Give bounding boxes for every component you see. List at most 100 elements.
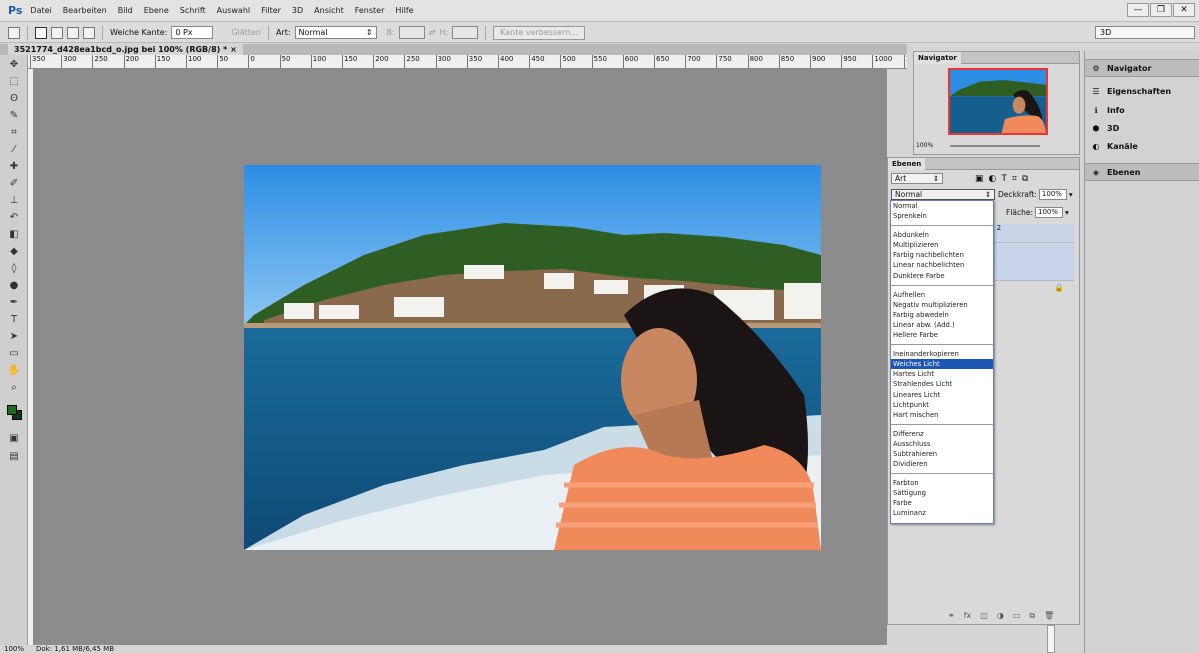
blend-mode-option[interactable]: Farbton (891, 478, 993, 488)
dock-item-navigator[interactable]: ⚙ Navigator (1085, 59, 1199, 77)
close-icon[interactable]: × (230, 45, 237, 54)
mask-icon[interactable]: ◫ (980, 611, 988, 621)
blend-mode-option[interactable]: Normal (891, 201, 993, 211)
blend-mode-option[interactable]: Farbig abwedeln (891, 310, 993, 320)
blend-mode-option[interactable]: Strahlendes Licht (891, 379, 993, 389)
menu-ansicht[interactable]: Ansicht (314, 6, 344, 15)
blend-mode-option[interactable]: Dunklere Farbe (891, 271, 993, 281)
move-tool-icon[interactable]: ✥ (7, 58, 21, 72)
layer-row[interactable]: n 2 (988, 224, 1074, 243)
blend-mode-option[interactable]: Differenz (891, 429, 993, 439)
blend-mode-option[interactable]: Lichtpunkt (891, 400, 993, 410)
blend-mode-option[interactable]: Linear nachbelichten (891, 260, 993, 270)
blend-mode-option[interactable]: Luminanz (891, 508, 993, 518)
feather-input[interactable]: 0 Px (171, 26, 214, 39)
add-selection-icon[interactable] (51, 26, 63, 39)
navigator-zoom[interactable]: 100% (916, 142, 933, 149)
layer-row[interactable] (988, 244, 1074, 263)
opacity-input[interactable]: 100% (1038, 189, 1067, 200)
menu-filter[interactable]: Filter (261, 6, 281, 15)
blend-mode-option[interactable]: Dividieren (891, 459, 993, 469)
dodge-tool-icon[interactable]: ● (7, 279, 21, 293)
blend-mode-option[interactable]: Hellere Farbe (891, 330, 993, 340)
layers-tab[interactable]: Ebenen (888, 157, 926, 170)
trash-icon[interactable]: 🗑 (1044, 611, 1054, 621)
blend-mode-option[interactable]: Multiplizieren (891, 240, 993, 250)
dock-item-eigenschaften[interactable]: ☰ Eigenschaften (1085, 82, 1199, 100)
blend-mode-option[interactable]: Weiches Licht (891, 359, 993, 370)
pen-tool-icon[interactable]: ✒ (7, 296, 21, 310)
fx-icon[interactable]: fx (964, 611, 972, 621)
foreground-color-swatch[interactable] (7, 405, 17, 415)
close-button[interactable]: ✕ (1173, 3, 1195, 17)
new-layer-icon[interactable]: ⧉ (1029, 611, 1035, 621)
eyedropper-icon[interactable]: ⁄ (7, 143, 21, 157)
blend-mode-option[interactable]: Subtrahieren (891, 449, 993, 459)
blend-mode-option[interactable]: Ausschluss (891, 439, 993, 449)
restore-button[interactable]: ❐ (1150, 3, 1172, 17)
blend-mode-option[interactable]: Lineares Licht (891, 390, 993, 400)
blend-mode-option[interactable]: Abdunkeln (891, 230, 993, 240)
blend-mode-option[interactable]: Hart mischen (891, 410, 993, 420)
history-brush-icon[interactable]: ↶ (7, 211, 21, 225)
navigator-thumbnail[interactable] (948, 68, 1048, 135)
adjustment-icon[interactable]: ◑ (997, 611, 1004, 621)
marquee-tool-icon[interactable]: ⬚ (7, 75, 21, 89)
fill-input[interactable]: 100% (1035, 207, 1064, 218)
menu-hilfe[interactable]: Hilfe (395, 6, 413, 15)
screen-mode-icon[interactable]: ▤ (7, 450, 21, 464)
blend-mode-option[interactable]: Farbig nachbelichten (891, 250, 993, 260)
menu-bild[interactable]: Bild (118, 6, 133, 15)
menu-3d[interactable]: 3D (292, 6, 303, 15)
healing-brush-icon[interactable]: ✚ (7, 160, 21, 174)
blend-mode-select[interactable]: Normal ⇕ (891, 189, 995, 200)
navigator-tab[interactable]: Navigator (914, 51, 961, 64)
dock-item-info[interactable]: ℹ Info (1085, 101, 1199, 119)
paint-bucket-icon[interactable]: ◆ (7, 245, 21, 259)
smooth-checkbox[interactable]: Glätten (231, 28, 261, 37)
minimize-button[interactable]: — (1127, 3, 1149, 17)
canvas-area[interactable] (34, 69, 887, 645)
link-icon[interactable]: ⚭ (948, 611, 955, 621)
layer-filter-select[interactable]: Art ⇕ (891, 173, 943, 184)
width-input[interactable] (398, 26, 425, 39)
dock-item-ebenen[interactable]: ◈ Ebenen (1085, 163, 1199, 181)
refine-edge-button[interactable]: Kante verbessern... (493, 25, 585, 40)
zoom-level[interactable]: 100% (4, 645, 24, 653)
navigator-zoom-slider[interactable] (950, 145, 1040, 147)
type-tool-icon[interactable]: T (7, 313, 21, 327)
style-select[interactable]: Normal ⇕ (294, 26, 377, 39)
new-selection-icon[interactable] (35, 26, 47, 39)
hand-tool-icon[interactable]: ✋ (7, 364, 21, 378)
menu-datei[interactable]: Datei (30, 6, 51, 15)
quick-select-icon[interactable]: ✎ (7, 109, 21, 123)
chevron-down-icon[interactable]: ▾ (1069, 190, 1073, 199)
lasso-tool-icon[interactable]: ʘ (7, 92, 21, 106)
vertical-scrollbar[interactable] (1047, 625, 1055, 653)
blend-mode-option[interactable]: Sprenkeln (891, 211, 993, 221)
subtract-selection-icon[interactable] (67, 26, 79, 39)
eraser-icon[interactable]: ◧ (7, 228, 21, 242)
blend-mode-option[interactable]: Aufhellen (891, 290, 993, 300)
menu-fenster[interactable]: Fenster (355, 6, 385, 15)
document-photo[interactable] (244, 165, 821, 550)
zoom-tool-icon[interactable]: ⌕ (7, 381, 21, 395)
document-tab[interactable]: 3521774_d428ea1bcd_o.jpg bei 100% (RGB/8… (8, 44, 243, 55)
blend-mode-option[interactable]: Linear abw. (Add.) (891, 320, 993, 330)
menu-bearbeiten[interactable]: Bearbeiten (63, 6, 107, 15)
blend-mode-option[interactable]: Sättigung (891, 488, 993, 498)
dock-item-kanäle[interactable]: ◐ Kanäle (1085, 137, 1199, 155)
intersect-selection-icon[interactable] (83, 26, 95, 39)
clone-stamp-icon[interactable]: ⊥ (7, 194, 21, 208)
document-size[interactable]: Dok: 1,61 MB/6,45 MB (36, 645, 114, 653)
menu-auswahl[interactable]: Auswahl (217, 6, 250, 15)
height-input[interactable] (452, 26, 479, 39)
crop-tool-icon[interactable]: ⌗ (7, 126, 21, 140)
blend-mode-option[interactable]: Negativ multiplizieren (891, 300, 993, 310)
blend-mode-option[interactable]: Hartes Licht (891, 369, 993, 379)
filter-icons[interactable]: ▣◐T⌗⧉ (975, 174, 1033, 184)
menu-ebene[interactable]: Ebene (144, 6, 169, 15)
blend-mode-option[interactable]: Ineinanderkopieren (891, 349, 993, 359)
quick-mask-icon[interactable]: ▣ (7, 432, 21, 446)
brush-tool-icon[interactable]: ✐ (7, 177, 21, 191)
